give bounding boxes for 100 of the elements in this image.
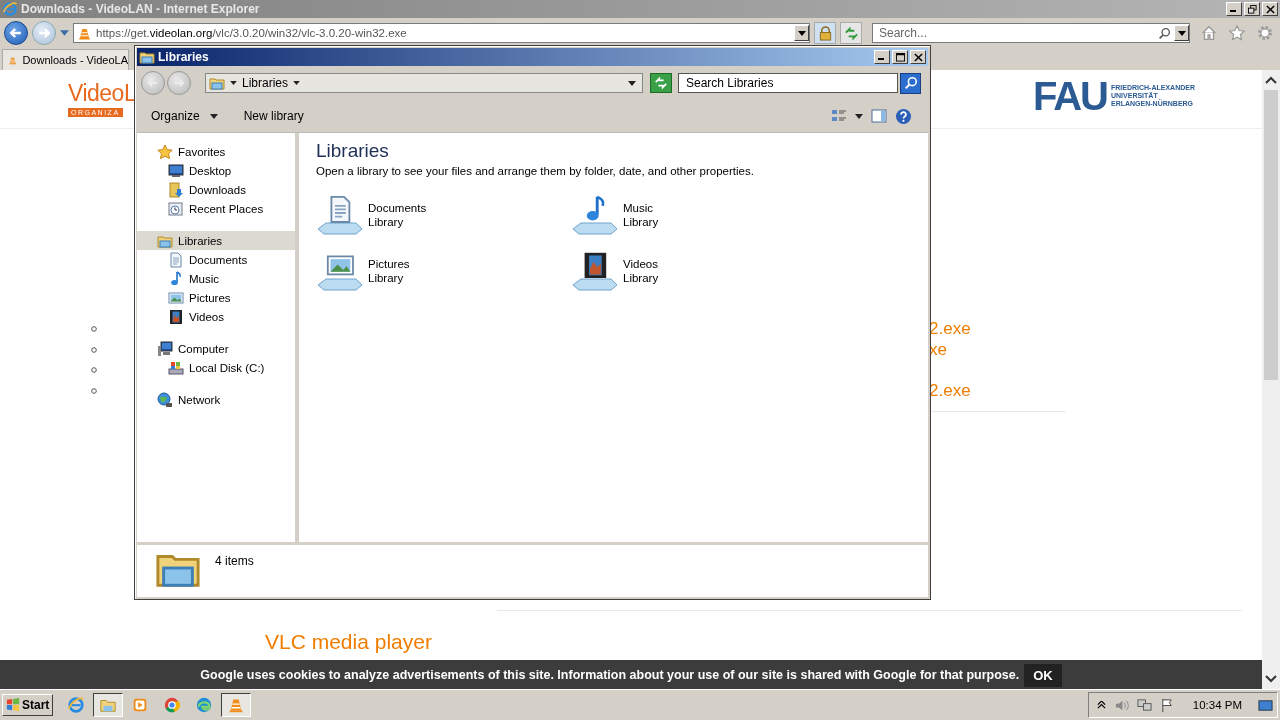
caret-icon xyxy=(209,113,218,119)
page-heading: Libraries xyxy=(316,140,390,162)
nav-item[interactable]: Music xyxy=(137,269,295,288)
restore-icon xyxy=(1247,4,1257,14)
bullet-icon xyxy=(91,346,97,353)
library-item[interactable]: Documents Library xyxy=(316,191,466,239)
minimize-button[interactable] xyxy=(874,50,890,64)
nav-item[interactable]: Network xyxy=(137,390,295,409)
bullet-icon xyxy=(91,387,97,394)
taskbar-app-button[interactable] xyxy=(93,693,124,717)
caret-icon[interactable] xyxy=(855,113,863,119)
up-arrow-icon[interactable] xyxy=(1096,700,1106,710)
refresh-button[interactable] xyxy=(650,73,672,93)
globe-icon xyxy=(157,391,173,408)
picture-icon xyxy=(168,289,184,306)
caret-icon[interactable] xyxy=(230,81,237,85)
left-arrow-icon xyxy=(8,25,24,41)
nav-item[interactable]: Recent Places xyxy=(137,199,295,218)
caret-icon[interactable] xyxy=(628,80,636,86)
caret-icon xyxy=(797,30,806,36)
nav-item[interactable]: Downloads xyxy=(137,180,295,199)
maximize-button[interactable] xyxy=(892,50,908,64)
nav-item[interactable]: Pictures xyxy=(137,288,295,307)
minimize-icon xyxy=(1230,10,1236,12)
right-arrow-icon xyxy=(36,25,52,41)
star-icon[interactable] xyxy=(1228,24,1246,42)
breadcrumb-item[interactable]: Libraries xyxy=(242,76,289,90)
library-folder-icon xyxy=(139,49,155,65)
browser-tab[interactable]: Downloads - VideoLA xyxy=(2,49,129,70)
search-box[interactable]: Search... xyxy=(872,23,1190,43)
caret-icon xyxy=(1177,30,1186,36)
film-icon xyxy=(168,308,184,325)
padlock-icon xyxy=(817,25,833,41)
clock: 10:34 PM xyxy=(1192,699,1242,711)
url-text: https://get.videolan.org/vlc/3.0.20/win32/vlc-3.0.20-win32.exe xyxy=(96,27,408,39)
flag-icon[interactable] xyxy=(1159,697,1175,713)
library-item[interactable]: Music Library xyxy=(571,191,721,239)
music-note-icon xyxy=(168,270,184,287)
taskbar-app-button[interactable] xyxy=(221,693,252,717)
ring-circle-icon xyxy=(163,696,182,714)
refresh-button[interactable] xyxy=(840,22,862,44)
minimize-icon xyxy=(878,58,884,60)
back-button[interactable] xyxy=(4,21,28,45)
search-button[interactable] xyxy=(900,72,921,94)
restore-button[interactable] xyxy=(1244,2,1260,16)
search-field[interactable]: Search... xyxy=(877,25,1155,41)
close-button[interactable] xyxy=(910,50,926,64)
library-item[interactable]: Videos Library xyxy=(571,247,721,295)
search-field[interactable]: Search Libraries xyxy=(684,75,897,91)
library-folder-icon xyxy=(209,75,225,91)
dropdown-button[interactable] xyxy=(794,25,809,41)
start-button[interactable]: Start xyxy=(2,694,54,716)
home-icon[interactable] xyxy=(1200,24,1218,42)
close-icon xyxy=(913,52,923,62)
close-button[interactable] xyxy=(1262,2,1278,16)
disk-icon xyxy=(168,359,184,376)
preview-pane-icon[interactable] xyxy=(871,108,887,124)
browser-e-icon xyxy=(67,696,86,714)
browser-e-icon xyxy=(2,1,18,17)
nav-item[interactable]: Computer xyxy=(137,339,295,358)
bullet-icon xyxy=(91,326,97,333)
toolbar-button[interactable]: Organize xyxy=(147,106,222,126)
window-title: Libraries xyxy=(158,50,209,64)
status-text: 4 items xyxy=(215,554,254,568)
logo-text: VideoL xyxy=(68,79,137,108)
nav-item[interactable]: Desktop xyxy=(137,161,295,180)
clock-document-icon xyxy=(168,200,184,217)
document-icon xyxy=(168,251,184,268)
nav-item[interactable]: Documents xyxy=(137,250,295,269)
search-box[interactable]: Search Libraries xyxy=(678,73,898,93)
wave-circle-icon xyxy=(195,696,214,714)
settings-icon[interactable] xyxy=(1256,24,1274,42)
left-arrow-icon xyxy=(146,76,160,90)
address-bar[interactable]: https://get.videolan.org/vlc/3.0.20/win32/vlc-3.0.20-win32.exe xyxy=(73,23,810,43)
partner-logo-text: FAU xyxy=(1033,78,1107,114)
nav-item[interactable]: Local Disk (C:) xyxy=(137,358,295,377)
network-icon[interactable] xyxy=(1136,697,1152,713)
security-button[interactable] xyxy=(814,22,836,44)
nav-item[interactable]: Libraries xyxy=(137,231,295,250)
monitor-icon xyxy=(168,162,184,179)
show-desktop-icon[interactable] xyxy=(1258,697,1273,713)
window-title: Downloads - VideoLAN - Internet Explorer xyxy=(21,2,260,16)
cookie-notice: Google uses cookies to analyze advertisements of this site. Information about your use of our site is shared with Google for that purpose. xyxy=(200,668,1020,682)
help-icon[interactable] xyxy=(895,107,912,125)
close-icon xyxy=(1265,4,1275,14)
dropdown-button[interactable] xyxy=(1174,25,1189,41)
bullet-icon xyxy=(91,367,97,374)
ok-button[interactable]: OK xyxy=(1024,663,1062,687)
breadcrumb-bar[interactable]: Libraries xyxy=(205,73,643,93)
library-item[interactable]: Pictures Library xyxy=(316,247,466,295)
caret-icon[interactable] xyxy=(293,81,301,85)
four-color-squares-icon xyxy=(6,698,20,712)
maximize-icon xyxy=(895,52,905,62)
nav-item[interactable]: Videos xyxy=(137,307,295,326)
nav-item[interactable]: Favorites xyxy=(137,142,295,161)
search-icon[interactable] xyxy=(1158,26,1171,40)
right-arrow-icon xyxy=(172,76,186,90)
minimize-button[interactable] xyxy=(1226,2,1242,16)
search-icon xyxy=(903,76,918,90)
toolbar-button[interactable]: New library xyxy=(239,106,308,126)
